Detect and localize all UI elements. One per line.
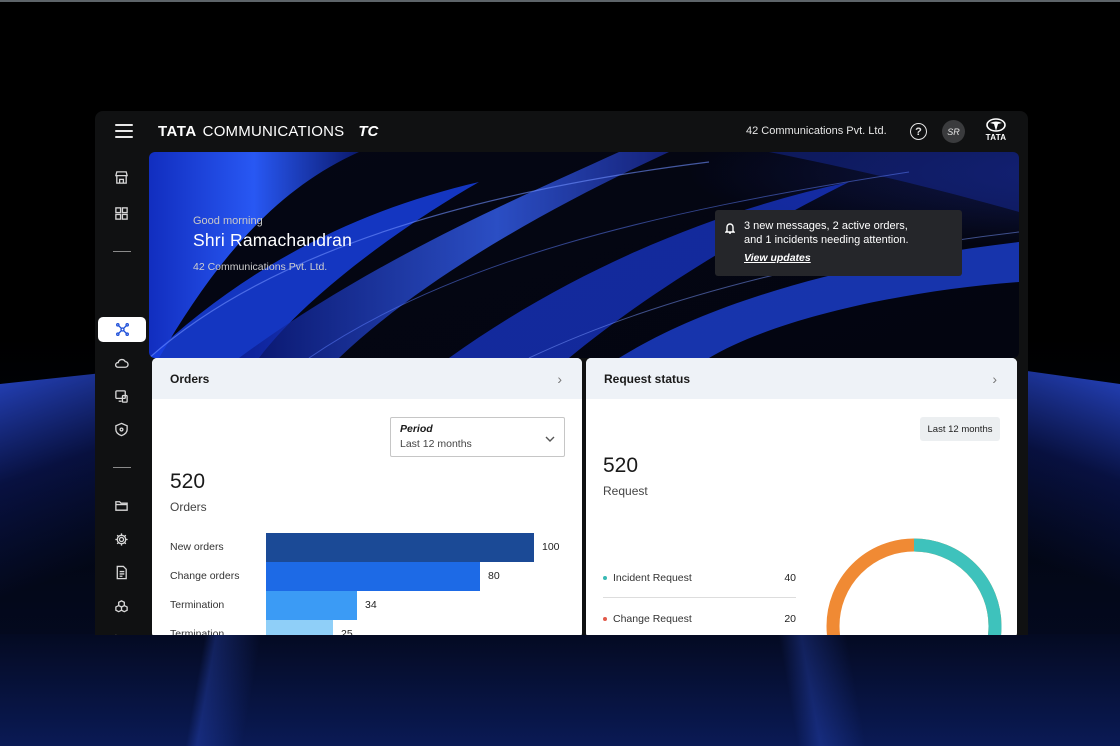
orders-card: Orders › Period Last 12 months 520 Order… bbox=[152, 358, 582, 635]
bar-value: 25 bbox=[341, 628, 353, 635]
request-status-card: Request status › Last 12 months 520 Requ… bbox=[586, 358, 1017, 635]
devices-icon[interactable] bbox=[112, 387, 131, 406]
logo-word: TATA bbox=[985, 133, 1007, 142]
bar-value: 80 bbox=[488, 570, 500, 582]
tata-emblem-icon bbox=[986, 118, 1006, 132]
greeting-text: Good morning bbox=[193, 215, 263, 227]
top-edge-line bbox=[0, 0, 1120, 2]
app-window: TATA COMMUNICATIONS TC 42 Communications… bbox=[95, 111, 1028, 635]
background-floor bbox=[0, 634, 1120, 746]
bar-row[interactable]: Change orders 80 bbox=[170, 562, 570, 591]
request-donut-chart bbox=[826, 538, 1002, 635]
store-icon[interactable] bbox=[112, 168, 131, 187]
brand-communications: COMMUNICATIONS bbox=[202, 123, 345, 140]
avatar[interactable]: SR bbox=[942, 120, 965, 143]
notification-line-2: and 1 incidents needing attention. bbox=[744, 234, 909, 246]
sidebar-divider bbox=[113, 251, 131, 252]
bell-icon bbox=[724, 221, 736, 234]
request-total-label: Request bbox=[603, 484, 648, 498]
bar-label: New orders bbox=[170, 541, 224, 553]
dashboard-grid-icon[interactable] bbox=[112, 204, 131, 223]
list-divider bbox=[603, 597, 796, 598]
user-name: Shri Ramachandran bbox=[193, 230, 353, 250]
menu-icon[interactable] bbox=[115, 124, 133, 138]
bar-label: Termination bbox=[170, 599, 225, 611]
network-icon[interactable] bbox=[98, 317, 146, 342]
request-total: 520 bbox=[603, 454, 639, 477]
period-label: Period bbox=[400, 423, 433, 435]
request-card-header[interactable]: Request status › bbox=[586, 358, 1017, 399]
settings-icon[interactable] bbox=[112, 530, 131, 549]
bar-value: 100 bbox=[542, 541, 560, 553]
notification-line-1: 3 new messages, 2 active orders, bbox=[744, 220, 908, 232]
chevron-right-icon[interactable]: › bbox=[557, 371, 562, 387]
bar bbox=[266, 620, 333, 635]
shield-icon[interactable] bbox=[112, 420, 131, 439]
bar-value: 34 bbox=[365, 599, 377, 611]
bar-label: Termination bbox=[170, 628, 225, 635]
help-icon[interactable]: ? bbox=[910, 123, 927, 140]
chevron-right-icon[interactable]: › bbox=[992, 371, 997, 387]
tata-logo-icon: TATA bbox=[983, 118, 1009, 146]
period-select[interactable]: Period Last 12 months bbox=[390, 417, 565, 457]
document-icon[interactable] bbox=[112, 563, 131, 582]
bar bbox=[266, 562, 480, 591]
bar-row[interactable]: Termination 34 bbox=[170, 591, 570, 620]
orders-total: 520 bbox=[170, 470, 206, 493]
notification-panel: 3 new messages, 2 active orders, and 1 i… bbox=[715, 210, 962, 276]
folder-icon[interactable] bbox=[112, 496, 131, 515]
chevron-down-icon bbox=[545, 430, 555, 442]
request-item-label: Change Request bbox=[613, 613, 692, 625]
request-item-value: 40 bbox=[784, 572, 796, 584]
brand-tc: TC bbox=[358, 123, 379, 140]
donut-segment-change bbox=[826, 538, 1002, 635]
hero-banner: Good morning Shri Ramachandran 42 Commun… bbox=[149, 152, 1019, 358]
bar bbox=[266, 533, 534, 562]
company-name[interactable]: 42 Communications Pvt. Ltd. bbox=[746, 125, 887, 137]
incident-dot bbox=[603, 576, 607, 580]
brand-logo[interactable]: TATA COMMUNICATIONS TC bbox=[158, 123, 378, 140]
list-item[interactable]: Change Request 20 bbox=[603, 609, 796, 629]
bar-row[interactable]: Termination 25 bbox=[170, 620, 570, 635]
user-company: 42 Communications Pvt. Ltd. bbox=[193, 261, 328, 273]
background-glow-right bbox=[1020, 370, 1120, 650]
request-item-value: 20 bbox=[784, 613, 796, 625]
orders-title: Orders bbox=[170, 371, 210, 386]
period-pill[interactable]: Last 12 months bbox=[920, 417, 1000, 441]
orders-card-header[interactable]: Orders › bbox=[152, 358, 582, 399]
cubes-icon[interactable] bbox=[112, 597, 131, 616]
orders-total-label: Orders bbox=[170, 500, 207, 514]
view-updates-link[interactable]: View updates bbox=[744, 252, 811, 264]
list-item[interactable]: Incident Request 40 bbox=[603, 568, 796, 588]
request-item-label: Incident Request bbox=[613, 572, 692, 584]
request-title: Request status bbox=[604, 371, 691, 386]
sidebar bbox=[95, 151, 148, 635]
sidebar-divider bbox=[113, 467, 131, 468]
brand-tata: TATA bbox=[158, 123, 197, 140]
chart-icon[interactable] bbox=[112, 631, 131, 635]
donut-segment-incident bbox=[913, 538, 1002, 635]
cloud-icon[interactable] bbox=[112, 354, 131, 373]
bar bbox=[266, 591, 357, 620]
bar-label: Change orders bbox=[170, 570, 240, 582]
bar-row[interactable]: New orders 100 bbox=[170, 533, 570, 562]
top-bar: TATA COMMUNICATIONS TC 42 Communications… bbox=[95, 111, 1028, 151]
change-dot bbox=[603, 617, 607, 621]
period-value: Last 12 months bbox=[400, 438, 472, 450]
